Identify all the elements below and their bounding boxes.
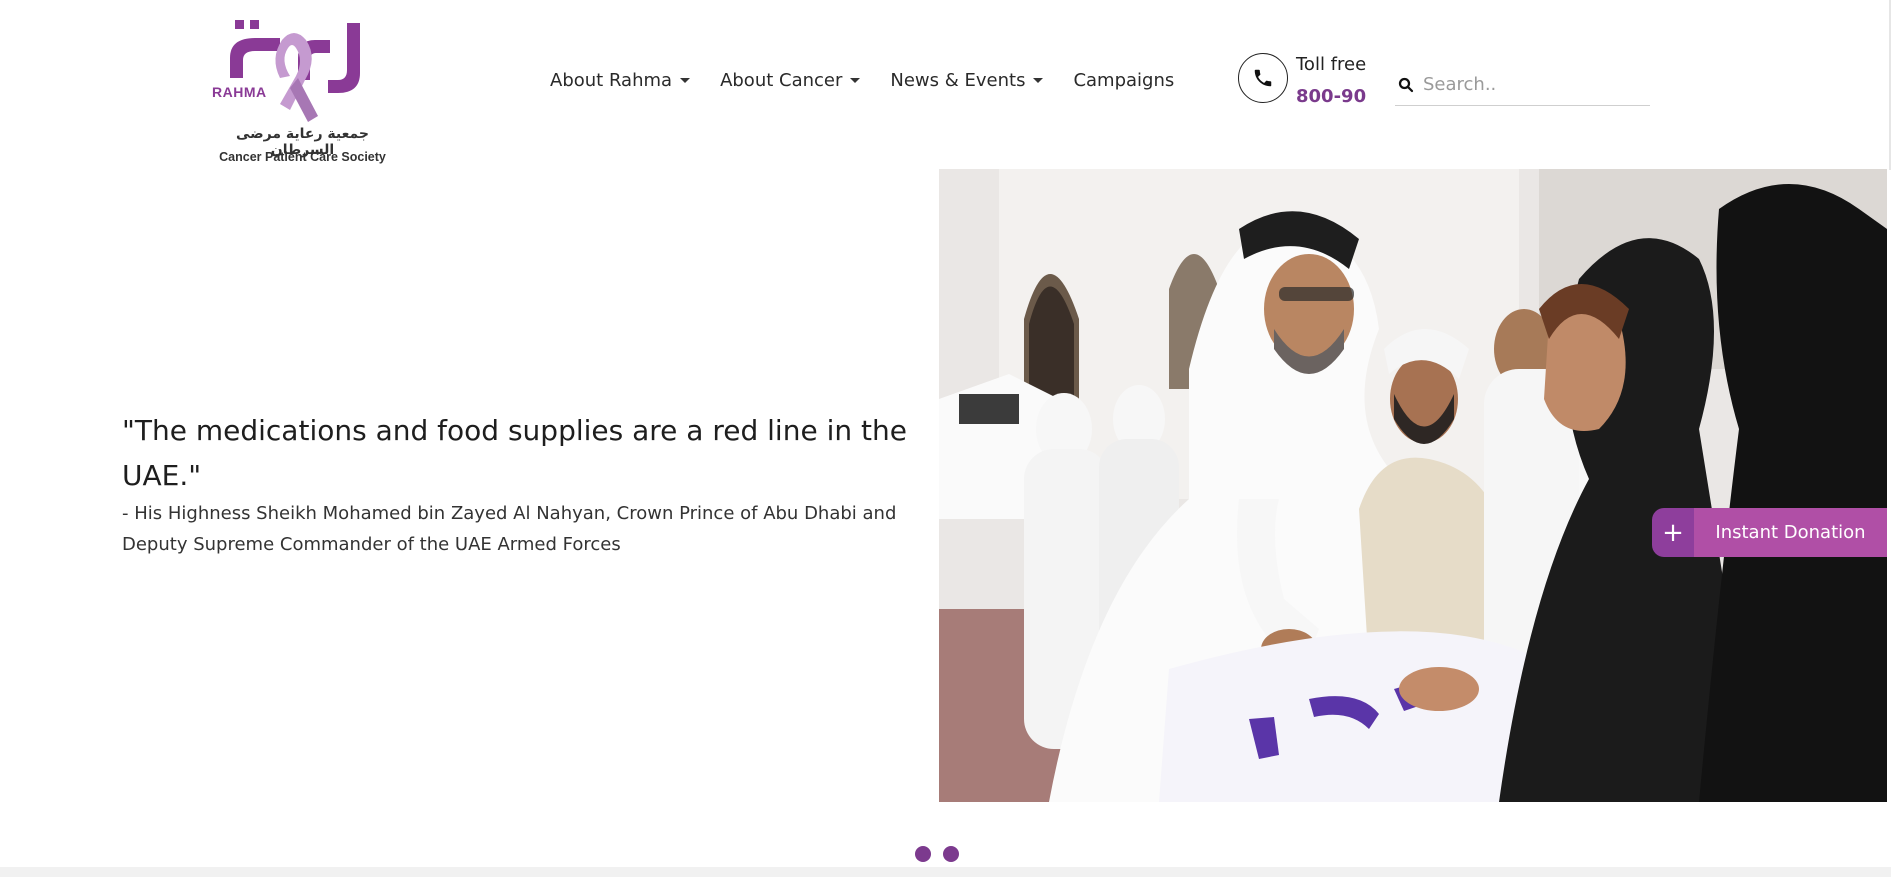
logo-brand-text: RAHMA [212,84,267,100]
hero-photo-illustration [939,169,1887,802]
nav-item-label: News & Events [890,70,1026,91]
phone-icon [1254,69,1272,87]
page-bottom-edge [0,867,1891,877]
nav-item-campaigns[interactable]: Campaigns [1073,70,1174,91]
hero-attribution: - His Highness Sheikh Mohamed bin Zayed … [122,503,897,555]
nav-item-about-rahma[interactable]: About Rahma [550,70,691,91]
plus-icon: + [1652,508,1694,557]
caret-down-icon [1033,78,1044,83]
slider-dot-1[interactable] [915,846,931,862]
phone-button[interactable] [1238,53,1288,103]
hero-photo [939,169,1887,802]
nav-item-about-cancer[interactable]: About Cancer [720,70,861,91]
rahma-logo[interactable]: RAHMA جمعية رعاية مرضى السرطان Cancer Pa… [210,18,395,168]
instant-donation-label: Instant Donation [1694,508,1887,557]
toll-free-label: Toll free [1296,54,1367,75]
logo-english-name: Cancer Patient Care Society [219,150,386,164]
search-icon[interactable] [1397,76,1415,94]
search-input[interactable] [1423,74,1638,95]
nav-item-label: About Rahma [550,70,673,91]
instant-donation-button[interactable]: + Instant Donation [1652,508,1887,557]
nav-item-label: Campaigns [1073,70,1175,91]
site-header: RAHMA جمعية رعاية مرضى السرطان Cancer Pa… [0,0,1891,170]
toll-free-number[interactable]: 800-90 [1296,86,1366,107]
main-nav: About Rahma About Cancer News & Events C… [550,70,1204,91]
nav-item-label: About Cancer [720,70,843,91]
slider-pagination [915,846,959,862]
slider-dot-2[interactable] [943,846,959,862]
ribbon-logo-icon [230,20,360,122]
caret-down-icon [680,78,691,83]
caret-down-icon [850,78,861,83]
search-bar [1395,64,1650,106]
hero-quote: "The medications and food supplies are a… [122,414,907,492]
nav-item-news-events[interactable]: News & Events [890,70,1044,91]
